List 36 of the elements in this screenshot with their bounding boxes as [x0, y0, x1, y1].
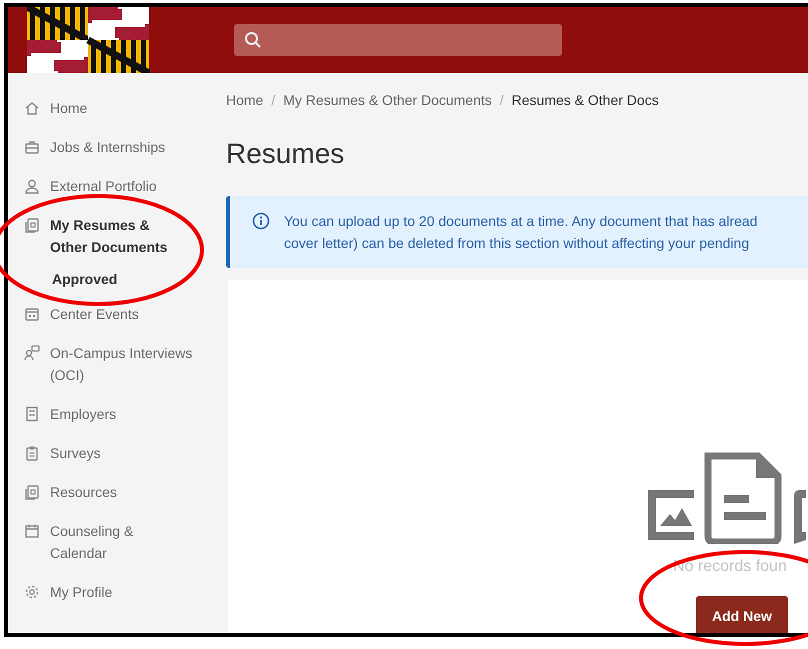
search-icon [244, 31, 262, 49]
interview-icon [24, 345, 40, 361]
sidebar-subitem[interactable]: Approved [8, 268, 214, 290]
calendar-icon [24, 306, 40, 322]
documents-icon [24, 217, 40, 233]
breadcrumb-separator: / [271, 92, 276, 108]
home-icon [24, 100, 40, 116]
sidebar-item[interactable]: Home [8, 97, 214, 119]
sidebar-item[interactable]: Resources [8, 481, 214, 503]
clipboard-icon [24, 445, 40, 461]
info-text: You can upload up to 20 documents at a time. Any document that has alread [284, 212, 758, 231]
breadcrumb-link[interactable]: Home [226, 92, 264, 108]
search-field[interactable] [234, 24, 562, 56]
sidebar-item[interactable]: Center Events [8, 303, 214, 325]
sidebar-item[interactable]: Jobs & Internships [8, 136, 214, 158]
add-new-button[interactable]: Add New [696, 596, 788, 633]
sidebar-item[interactable]: On-Campus Interviews (OCI) [8, 342, 214, 386]
building-icon [24, 406, 40, 422]
person-icon [24, 178, 40, 194]
breadcrumb-link[interactable]: My Resumes & Other Documents [283, 92, 492, 108]
info-icon [252, 212, 270, 230]
sidebar-item[interactable]: Employers [8, 403, 214, 425]
settings-icon [24, 584, 40, 600]
briefcase-icon [24, 139, 40, 155]
breadcrumb-link[interactable]: Resumes & Other Docs [512, 92, 659, 108]
sidebar-item[interactable]: Surveys [8, 442, 214, 464]
calendar-icon [24, 523, 40, 539]
sidebar-item[interactable]: My Resumes & Other Documents [8, 214, 214, 258]
page-title: Resumes [226, 138, 346, 170]
breadcrumb-separator: / [500, 92, 504, 108]
sidebar-item[interactable]: Counseling & Calendar [8, 520, 214, 564]
flag-logo[interactable] [27, 7, 150, 73]
documents-icon [24, 484, 40, 500]
sidebar-item[interactable]: External Portfolio [8, 175, 214, 197]
info-text: cover letter) can be deleted from this section without affecting your pending [284, 234, 750, 253]
sidebar-item[interactable]: My Profile [8, 581, 214, 603]
